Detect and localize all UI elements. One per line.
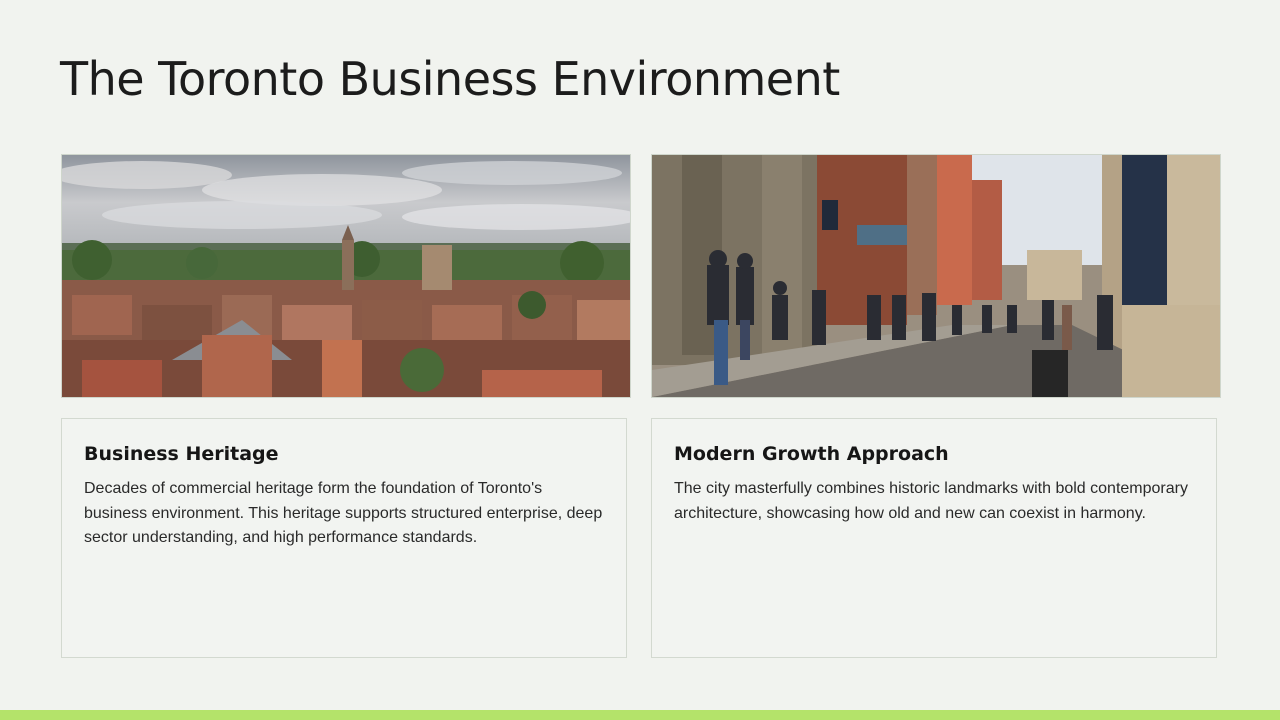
business-heritage-body: Decades of commercial heritage form the … bbox=[84, 480, 603, 546]
modern-growth-card: Modern Growth Approach The city masterfu… bbox=[651, 418, 1217, 658]
business-heritage-heading: Business Heritage bbox=[84, 443, 279, 465]
modern-growth-body: The city masterfully combines historic l… bbox=[674, 480, 1188, 522]
accent-bar bbox=[0, 710, 1280, 720]
modern-growth-heading: Modern Growth Approach bbox=[674, 443, 949, 465]
city-skyline-photo bbox=[61, 154, 631, 398]
slide-title: The Toronto Business Environment bbox=[60, 52, 840, 106]
business-heritage-card: Business Heritage Decades of commercial … bbox=[61, 418, 627, 658]
street-scene-photo bbox=[651, 154, 1221, 398]
